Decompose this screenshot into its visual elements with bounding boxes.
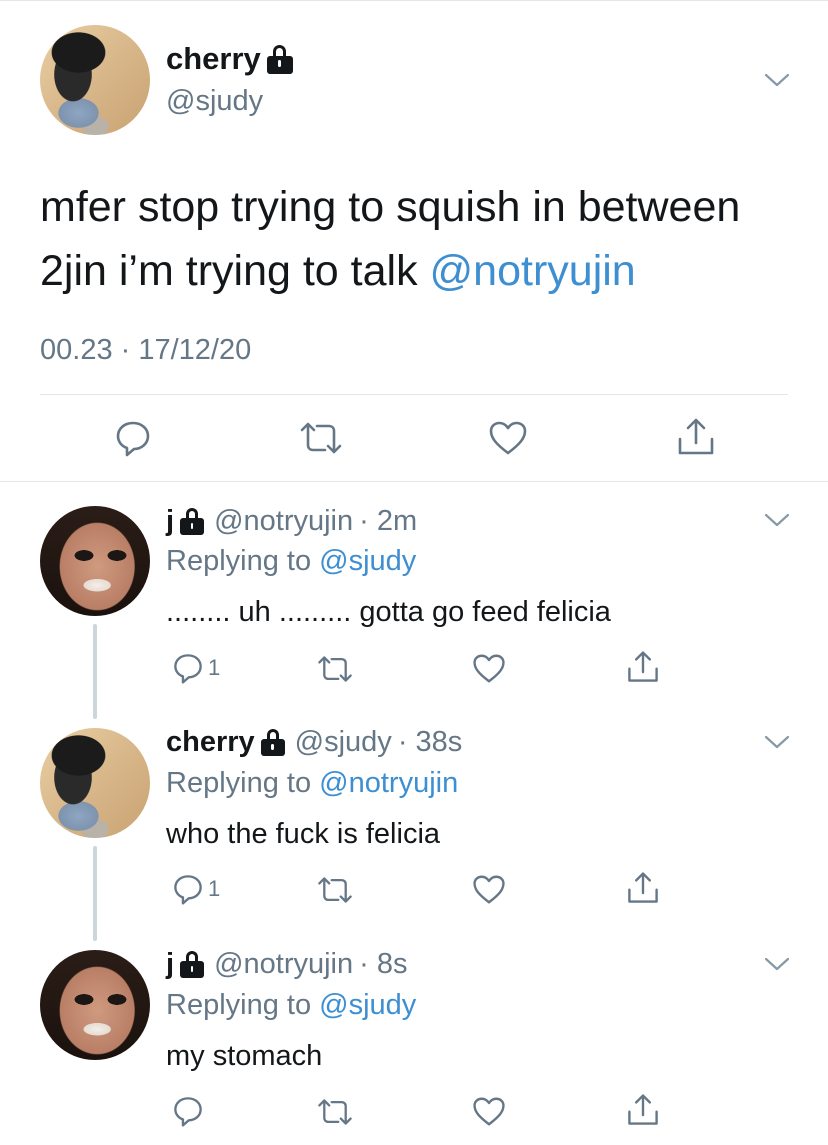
author-handle[interactable]: @notryujin — [214, 505, 353, 538]
replying-to: Replying to @sjudy — [166, 989, 416, 1022]
chevron-down-icon[interactable] — [764, 735, 790, 749]
tweet-timestamp[interactable]: 00.23 · 17/12/20 — [40, 334, 251, 367]
retweet-icon[interactable] — [316, 876, 354, 904]
share-icon[interactable] — [676, 417, 716, 457]
chevron-down-icon[interactable] — [764, 513, 790, 527]
retweet-icon[interactable] — [316, 655, 354, 683]
replying-to-label: Replying to — [166, 767, 320, 799]
reply-count: 1 — [208, 876, 221, 901]
reply-count: 1 — [208, 655, 221, 680]
replying-to-label: Replying to — [166, 545, 320, 577]
replying-to: Replying to @sjudy — [166, 545, 416, 578]
avatar[interactable] — [40, 25, 150, 135]
like-icon[interactable] — [472, 653, 506, 684]
reply-time[interactable]: · 2m — [359, 505, 417, 538]
display-name[interactable]: j — [166, 948, 174, 981]
tweet-text: who the fuck is felicia — [166, 818, 441, 850]
mention-link[interactable]: @sjudy — [319, 545, 416, 577]
author-name-row[interactable]: cherry — [166, 41, 293, 77]
retweet-icon[interactable] — [298, 421, 344, 455]
share-icon[interactable] — [626, 650, 660, 684]
reply-time[interactable]: · 38s — [398, 726, 462, 759]
replying-to-label: Replying to — [166, 989, 320, 1021]
mention-link[interactable]: @sjudy — [319, 989, 416, 1021]
retweet-icon[interactable] — [316, 1098, 354, 1126]
reply-time[interactable]: · 8s — [359, 948, 407, 981]
lock-icon — [260, 729, 285, 756]
like-icon[interactable] — [472, 874, 506, 905]
author-handle[interactable]: @notryujin — [214, 948, 353, 981]
display-name[interactable]: cherry — [166, 41, 261, 77]
like-icon[interactable] — [488, 420, 528, 456]
reply-icon[interactable]: 1 — [172, 873, 220, 905]
tweet-text-line-2: 2jin i’m trying to talk @notryujin — [40, 239, 800, 303]
thread-line — [93, 624, 97, 719]
tweet-thread: cherry @sjudy mfer stop trying to squish… — [0, 0, 828, 1145]
chevron-down-icon[interactable] — [764, 73, 790, 87]
tweet-text: my stomach — [166, 1040, 323, 1072]
tweet-text: ........ uh ......... gotta go feed feli… — [166, 596, 611, 628]
avatar[interactable] — [40, 950, 150, 1060]
mention-link[interactable]: @notryujin — [319, 767, 458, 799]
author-name-row[interactable]: cherry @sjudy · 38s — [166, 726, 462, 759]
lock-icon — [180, 508, 205, 535]
replying-to: Replying to @notryujin — [166, 767, 458, 800]
main-tweet[interactable]: cherry @sjudy mfer stop trying to squish… — [0, 0, 828, 482]
display-name[interactable]: cherry — [166, 726, 255, 759]
reply-icon[interactable] — [172, 1095, 204, 1127]
like-icon[interactable] — [472, 1096, 506, 1127]
thread-line — [93, 846, 97, 941]
reply-icon[interactable] — [114, 419, 152, 457]
tweet-text-line-1: mfer stop trying to squish in between — [40, 183, 741, 231]
divider — [40, 394, 788, 395]
tweet-text: mfer stop trying to squish in between 2j… — [40, 175, 800, 303]
author-name-row[interactable]: j @notryujin · 2m — [166, 505, 417, 538]
avatar[interactable] — [40, 728, 150, 838]
mention-link[interactable]: @notryujin — [430, 247, 636, 295]
share-icon[interactable] — [626, 1093, 660, 1127]
lock-icon — [180, 951, 205, 978]
author-handle[interactable]: @sjudy — [295, 726, 392, 759]
reply-icon[interactable]: 1 — [172, 652, 220, 684]
lock-icon — [266, 44, 293, 74]
share-icon[interactable] — [626, 871, 660, 905]
display-name[interactable]: j — [166, 505, 174, 538]
tweet-text-body: 2jin i’m trying to talk — [40, 247, 430, 295]
avatar[interactable] — [40, 506, 150, 616]
chevron-down-icon[interactable] — [764, 957, 790, 971]
author-name-row[interactable]: j @notryujin · 8s — [166, 948, 407, 981]
author-handle[interactable]: @sjudy — [166, 85, 263, 118]
